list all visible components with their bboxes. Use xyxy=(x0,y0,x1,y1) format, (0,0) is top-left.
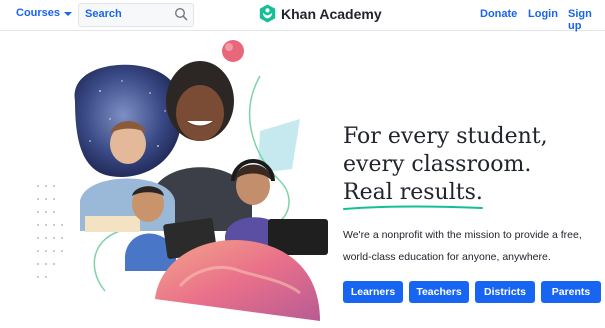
login-link[interactable]: Login xyxy=(528,8,558,20)
chevron-down-icon xyxy=(64,12,73,16)
headline-line-1: For every student, xyxy=(343,124,548,149)
hero-section: For every student, every classroom. Real… xyxy=(0,31,605,328)
hero-mission-text: We're a nonprofit with the mission to pr… xyxy=(343,224,593,268)
donate-link[interactable]: Donate xyxy=(480,8,517,20)
search-box xyxy=(78,3,194,27)
headline-line-3: Real results. xyxy=(343,180,483,205)
hero-students-collage-image xyxy=(37,40,328,321)
mission-line-1: We're a nonprofit with the mission to pr… xyxy=(343,229,582,241)
courses-label: Courses xyxy=(16,7,61,19)
parents-button[interactable]: Parents xyxy=(541,281,601,303)
learners-button[interactable]: Learners xyxy=(343,281,403,303)
khan-academy-logo-icon xyxy=(259,4,276,23)
teachers-button[interactable]: Teachers xyxy=(409,281,469,303)
mission-line-2: world-class education for anyone, anywhe… xyxy=(343,251,551,263)
search-input[interactable] xyxy=(85,7,165,21)
audience-buttons: Learners Teachers Districts Parents xyxy=(343,281,601,303)
headline-line-2: every classroom. xyxy=(343,152,532,177)
brand-logo-link[interactable]: Khan Academy xyxy=(259,4,382,23)
hero-headline: For every student, every classroom. Real… xyxy=(343,123,548,207)
districts-button[interactable]: Districts xyxy=(475,281,535,303)
top-navigation-bar: Courses Khan Academy Donate Login Sign u… xyxy=(0,0,605,32)
brand-name: Khan Academy xyxy=(281,5,382,22)
headline-underline-decoration xyxy=(343,205,483,210)
decorative-dot-grid xyxy=(37,185,63,278)
courses-dropdown[interactable]: Courses xyxy=(16,7,73,19)
signup-link[interactable]: Sign up xyxy=(568,8,605,32)
search-icon[interactable] xyxy=(174,7,188,21)
